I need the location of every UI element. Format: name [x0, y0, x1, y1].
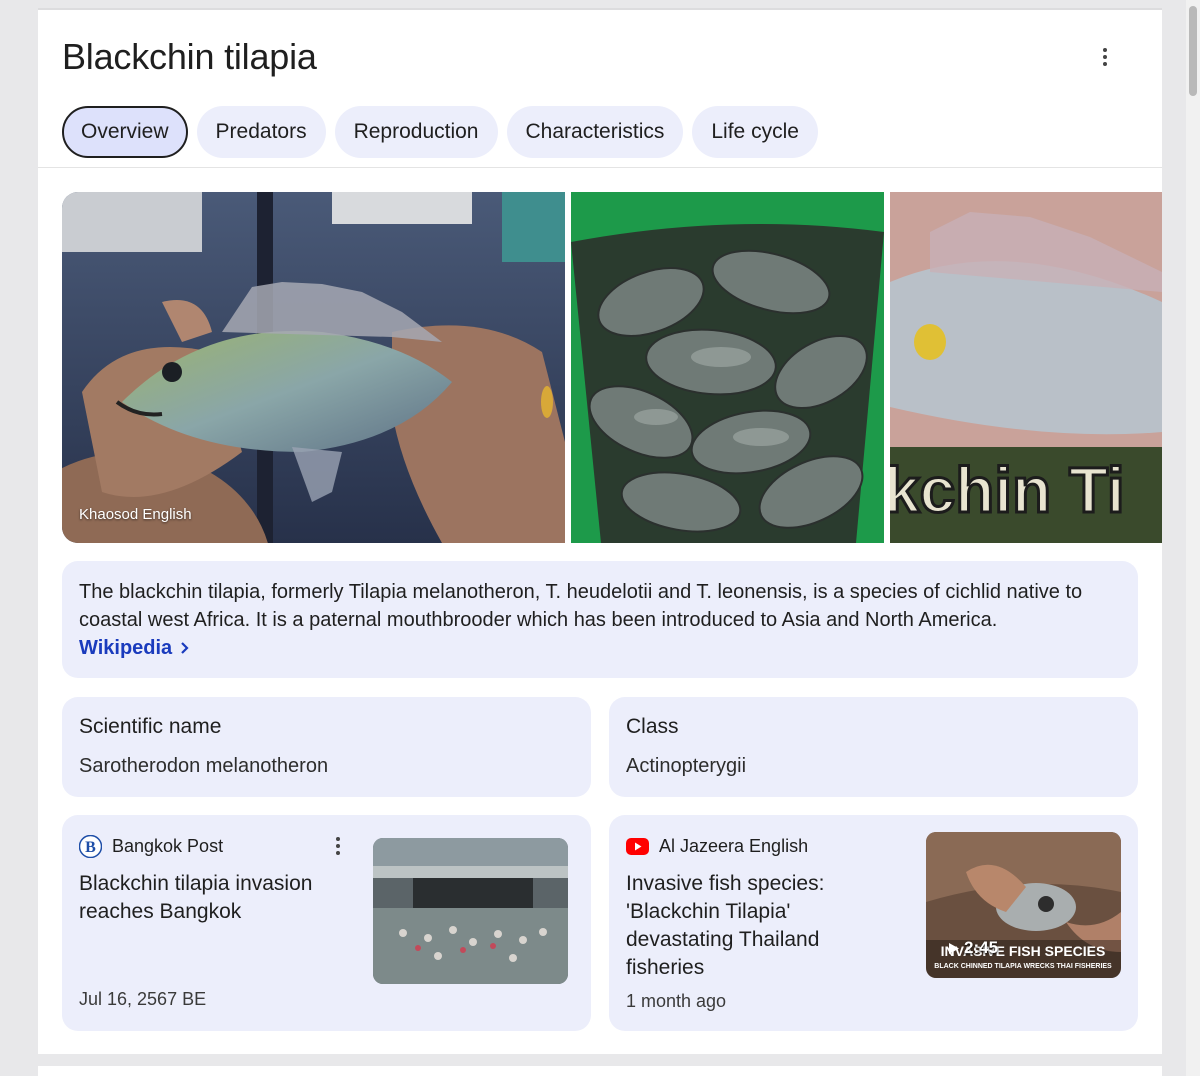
fact-label: Class [626, 715, 679, 738]
news-card-bangkok-post[interactable]: B Bangkok Post Blackchin tilapia invasio… [62, 815, 591, 1031]
gallery-photo-2[interactable] [571, 192, 884, 543]
play-icon [949, 942, 959, 954]
news-date: Jul 16, 2567 BE [79, 989, 207, 1009]
chevron-right-icon [181, 642, 189, 654]
gallery-photo-3[interactable]: kchin Ti [890, 192, 1162, 543]
news-more-options-button[interactable] [328, 833, 348, 859]
fact-label: Scientific name [79, 715, 222, 738]
news-title[interactable]: Invasive fish species: 'Blackchin Tilapi… [626, 870, 886, 982]
tab-overview[interactable]: Overview [62, 106, 188, 158]
more-options-button[interactable] [1090, 42, 1120, 72]
tab-characteristics[interactable]: Characteristics [506, 106, 684, 158]
image-gallery: Khaosod English kchin Ti [62, 192, 1162, 543]
news-source: Al Jazeera English [626, 835, 808, 858]
news-title[interactable]: Blackchin tilapia invasion reaches Bangk… [79, 870, 349, 926]
photo-caption: Khaosod English [79, 506, 192, 523]
news-source: B Bangkok Post [79, 835, 223, 858]
video-duration: 2:45 [964, 938, 999, 957]
gallery-photo-1[interactable]: Khaosod English [62, 192, 565, 543]
fact-value: Actinopterygii [626, 755, 747, 777]
fact-card-scientific-name[interactable]: Scientific name Sarotherodon melanothero… [62, 697, 591, 797]
tabs-divider [38, 167, 1162, 168]
news-card-al-jazeera[interactable]: Al Jazeera English Invasive fish species… [609, 815, 1138, 1031]
panel-title: Blackchin tilapia [62, 36, 317, 77]
thumb-subtitle-text: BLACK CHINNED TILAPIA WRECKS THAI FISHER… [934, 963, 1112, 970]
description-text: The blackchin tilapia, formerly Tilapia … [79, 581, 1083, 631]
video-duration-badge: 2:45 [948, 938, 998, 958]
tab-life-cycle[interactable]: Life cycle [692, 106, 818, 158]
tab-reproduction[interactable]: Reproduction [334, 106, 498, 158]
news-source-name: Al Jazeera English [659, 836, 809, 856]
bangkok-post-logo-icon: B [79, 835, 102, 858]
fact-card-class[interactable]: Class Actinopterygii [609, 697, 1138, 797]
more-vert-icon [336, 837, 340, 841]
news-thumbnail[interactable] [373, 838, 568, 984]
youtube-icon [626, 835, 649, 858]
scrollbar[interactable] [1186, 0, 1200, 1076]
svg-text:B: B [85, 839, 96, 856]
description-card: The blackchin tilapia, formerly Tilapia … [62, 561, 1138, 678]
video-thumbnail[interactable]: INVASIVE FISH SPECIES BLACK CHINNED TILA… [926, 832, 1121, 978]
fact-value: Sarotherodon melanotheron [79, 755, 329, 777]
thumb-overlay-text: kchin Ti [890, 454, 1125, 526]
scrollbar-thumb[interactable] [1189, 6, 1197, 96]
next-card-top [38, 1066, 1162, 1076]
knowledge-panel: Blackchin tilapia Overview Predators Rep… [38, 10, 1162, 1054]
news-date: 1 month ago [626, 991, 727, 1011]
more-vert-icon [1103, 48, 1107, 52]
wikipedia-link[interactable]: Wikipedia [79, 634, 190, 662]
news-source-name: Bangkok Post [112, 836, 224, 856]
tab-bar: Overview Predators Reproduction Characte… [62, 106, 818, 158]
tab-predators[interactable]: Predators [196, 106, 326, 158]
wikipedia-link-label: Wikipedia [79, 637, 173, 659]
